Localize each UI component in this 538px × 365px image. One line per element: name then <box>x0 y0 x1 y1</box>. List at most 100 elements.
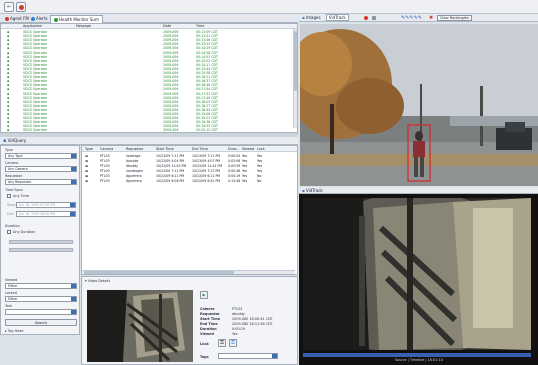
top-toolbar: ← <box>0 0 538 14</box>
video-type-icon: ▬ <box>85 154 89 158</box>
any-time-checkbox[interactable] <box>7 194 11 198</box>
tab-label: Agent FM <box>10 16 29 21</box>
vidquery-title: VidQuery <box>7 138 27 143</box>
end-input[interactable]: Jun 18, 2009 08:00 PM <box>16 211 76 217</box>
results-cell: 10/22/09 11:40 PM <box>156 164 187 168</box>
record-button[interactable] <box>16 2 26 12</box>
unlock-icon: ⚿ <box>231 340 235 346</box>
message-scrollbar[interactable] <box>293 29 297 128</box>
tab-health-monitor[interactable]: Health Monitor Sum <box>50 15 103 23</box>
any-time-label: Any Time <box>13 194 29 198</box>
app-window: ← Agent FM Alerts Health Monitor Sum App… <box>0 0 538 365</box>
start-detail-label: Start Time <box>200 317 221 321</box>
tag-head-row[interactable]: ▸ Tag Head <box>5 329 23 333</box>
results-cell: Yes <box>242 154 248 158</box>
unlock-button[interactable]: ⚿ <box>229 339 237 347</box>
video-type-icon: ▬ <box>85 169 89 173</box>
lock-button[interactable]: ⚿ <box>218 339 226 347</box>
results-row[interactable]: ▬ PTL03 vandergen 10/22/09 7:12 PM 10/22/09 … <box>82 169 297 174</box>
results-cell: PTL03 <box>100 169 110 173</box>
results-cell: Yes <box>257 154 263 158</box>
viewed-select[interactable]: Either <box>5 283 77 289</box>
clear-rectangles-button[interactable]: Clear Rectangles <box>437 15 472 21</box>
text-input[interactable] <box>5 309 77 315</box>
hscroll-thumb[interactable] <box>84 271 234 274</box>
start-input[interactable]: Jun 18, 2009 07:00 PM <box>16 202 76 208</box>
duration-slider[interactable] <box>9 240 73 244</box>
results-row[interactable]: ▬ PTL03 dbuddy 10/22/09 11:40 PM 10/22/09 11… <box>82 164 297 169</box>
video-type-icon: ▬ <box>85 174 89 178</box>
record-icon <box>19 5 24 10</box>
results-col-header[interactable]: Dura... <box>228 146 239 152</box>
results-cell: roadrage <box>126 154 141 158</box>
pen-tool-icons[interactable]: ✎✎✎✎✎ <box>401 14 422 22</box>
results-col-header[interactable]: Viewed <box>242 146 254 152</box>
parking-lot-camera-view[interactable] <box>300 24 538 186</box>
vidtrack-tab[interactable]: VidTrack <box>325 14 349 21</box>
results-row[interactable]: ▬ PTL03 dguerrero 10/22/09 6:11 PM 10/22/09 … <box>82 174 297 179</box>
results-cell: PTL03 <box>100 164 110 168</box>
requestor-select[interactable]: Any Requestor <box>5 179 77 185</box>
results-col-header[interactable]: Start Time <box>156 146 174 152</box>
results-cell: 0:00:19 <box>228 174 241 178</box>
col-time[interactable]: Time <box>196 24 204 29</box>
play-button[interactable]: ▶ <box>200 291 208 299</box>
images-tab[interactable]: Images <box>306 15 321 20</box>
back-button[interactable]: ← <box>4 2 14 12</box>
tags-input[interactable] <box>218 353 278 359</box>
results-cell: No <box>257 174 262 178</box>
requestor-detail-value: dbuddy <box>232 312 245 316</box>
results-cell: 10/22/09 6:11 PM <box>156 174 185 178</box>
duration-slider-max[interactable] <box>9 248 73 252</box>
locked-select[interactable]: Either <box>5 296 77 302</box>
query-filters: Type Any Type Camera Any Camera Requesto… <box>0 145 80 335</box>
results-cell: No <box>257 179 262 183</box>
camera-label: Camera <box>5 161 19 165</box>
stop-icon[interactable] <box>372 16 376 20</box>
results-cell: PTL03 <box>100 154 110 158</box>
scroll-thumb[interactable] <box>294 31 297 91</box>
end-label: End <box>7 212 14 216</box>
message-tabs: Agent FM Alerts Health Monitor Sum <box>0 14 298 23</box>
vidquery-header: ▪ VidQuery <box>0 137 298 145</box>
results-col-header[interactable]: Type <box>85 146 93 152</box>
col-application[interactable]: Application <box>23 24 42 29</box>
camera-detail-value: PTL03 <box>232 307 243 311</box>
tags-label: Tags <box>200 355 209 359</box>
results-col-header[interactable]: Lock <box>257 146 265 152</box>
lock-icon: ⚿ <box>220 340 224 346</box>
type-label: Type <box>5 148 13 152</box>
viewed-detail-value: Yes <box>232 332 238 336</box>
tab-label: Alerts <box>36 16 48 21</box>
type-select[interactable]: Any Type <box>5 153 77 159</box>
search-button[interactable]: Search <box>5 319 77 326</box>
delete-icon[interactable]: ✖ <box>429 14 433 22</box>
message-log-header: Application Message Date Time <box>1 24 297 29</box>
results-cell: dguerrero <box>126 174 142 178</box>
camera-select[interactable]: Any Camera <box>5 166 77 172</box>
results-row[interactable]: ▬ PTL03 djacobs 10/23/09 4:04 PM 10/23/09 4:… <box>82 159 297 164</box>
start-label: Start <box>7 203 16 207</box>
video-details-header: ▾ Video Details <box>85 279 110 283</box>
results-col-header[interactable]: Camera <box>100 146 113 152</box>
tab-alerts[interactable]: Alerts <box>28 15 51 23</box>
detail-thumbnail[interactable] <box>87 290 193 362</box>
playback-progress[interactable] <box>303 353 531 357</box>
results-row[interactable]: ▬ PTL03 roadrage 10/23/09 7:11 PM 10/23/09 7… <box>82 154 297 159</box>
results-cell: Yes <box>242 164 248 168</box>
results-col-header[interactable]: End Time <box>192 146 208 152</box>
results-hscroll[interactable] <box>82 270 295 274</box>
results-cell: Yes <box>242 169 248 173</box>
stairwell-camera-view[interactable] <box>303 198 531 350</box>
record-icon[interactable] <box>364 16 368 20</box>
results-col-header[interactable]: Requestor <box>126 146 143 152</box>
col-message[interactable]: Message <box>76 24 91 29</box>
viewed-label: Viewed <box>5 278 18 282</box>
results-row[interactable]: ▬ PTL03 dguerrero 10/22/09 6:06 PM 10/22/09 … <box>82 179 297 184</box>
video-type-icon: ▬ <box>85 179 89 183</box>
alerts-icon <box>31 17 35 21</box>
video-type-icon: ▬ <box>85 159 89 163</box>
col-date[interactable]: Date <box>163 24 171 29</box>
query-icon: ▪ <box>3 138 7 144</box>
any-duration-checkbox[interactable] <box>7 230 11 234</box>
